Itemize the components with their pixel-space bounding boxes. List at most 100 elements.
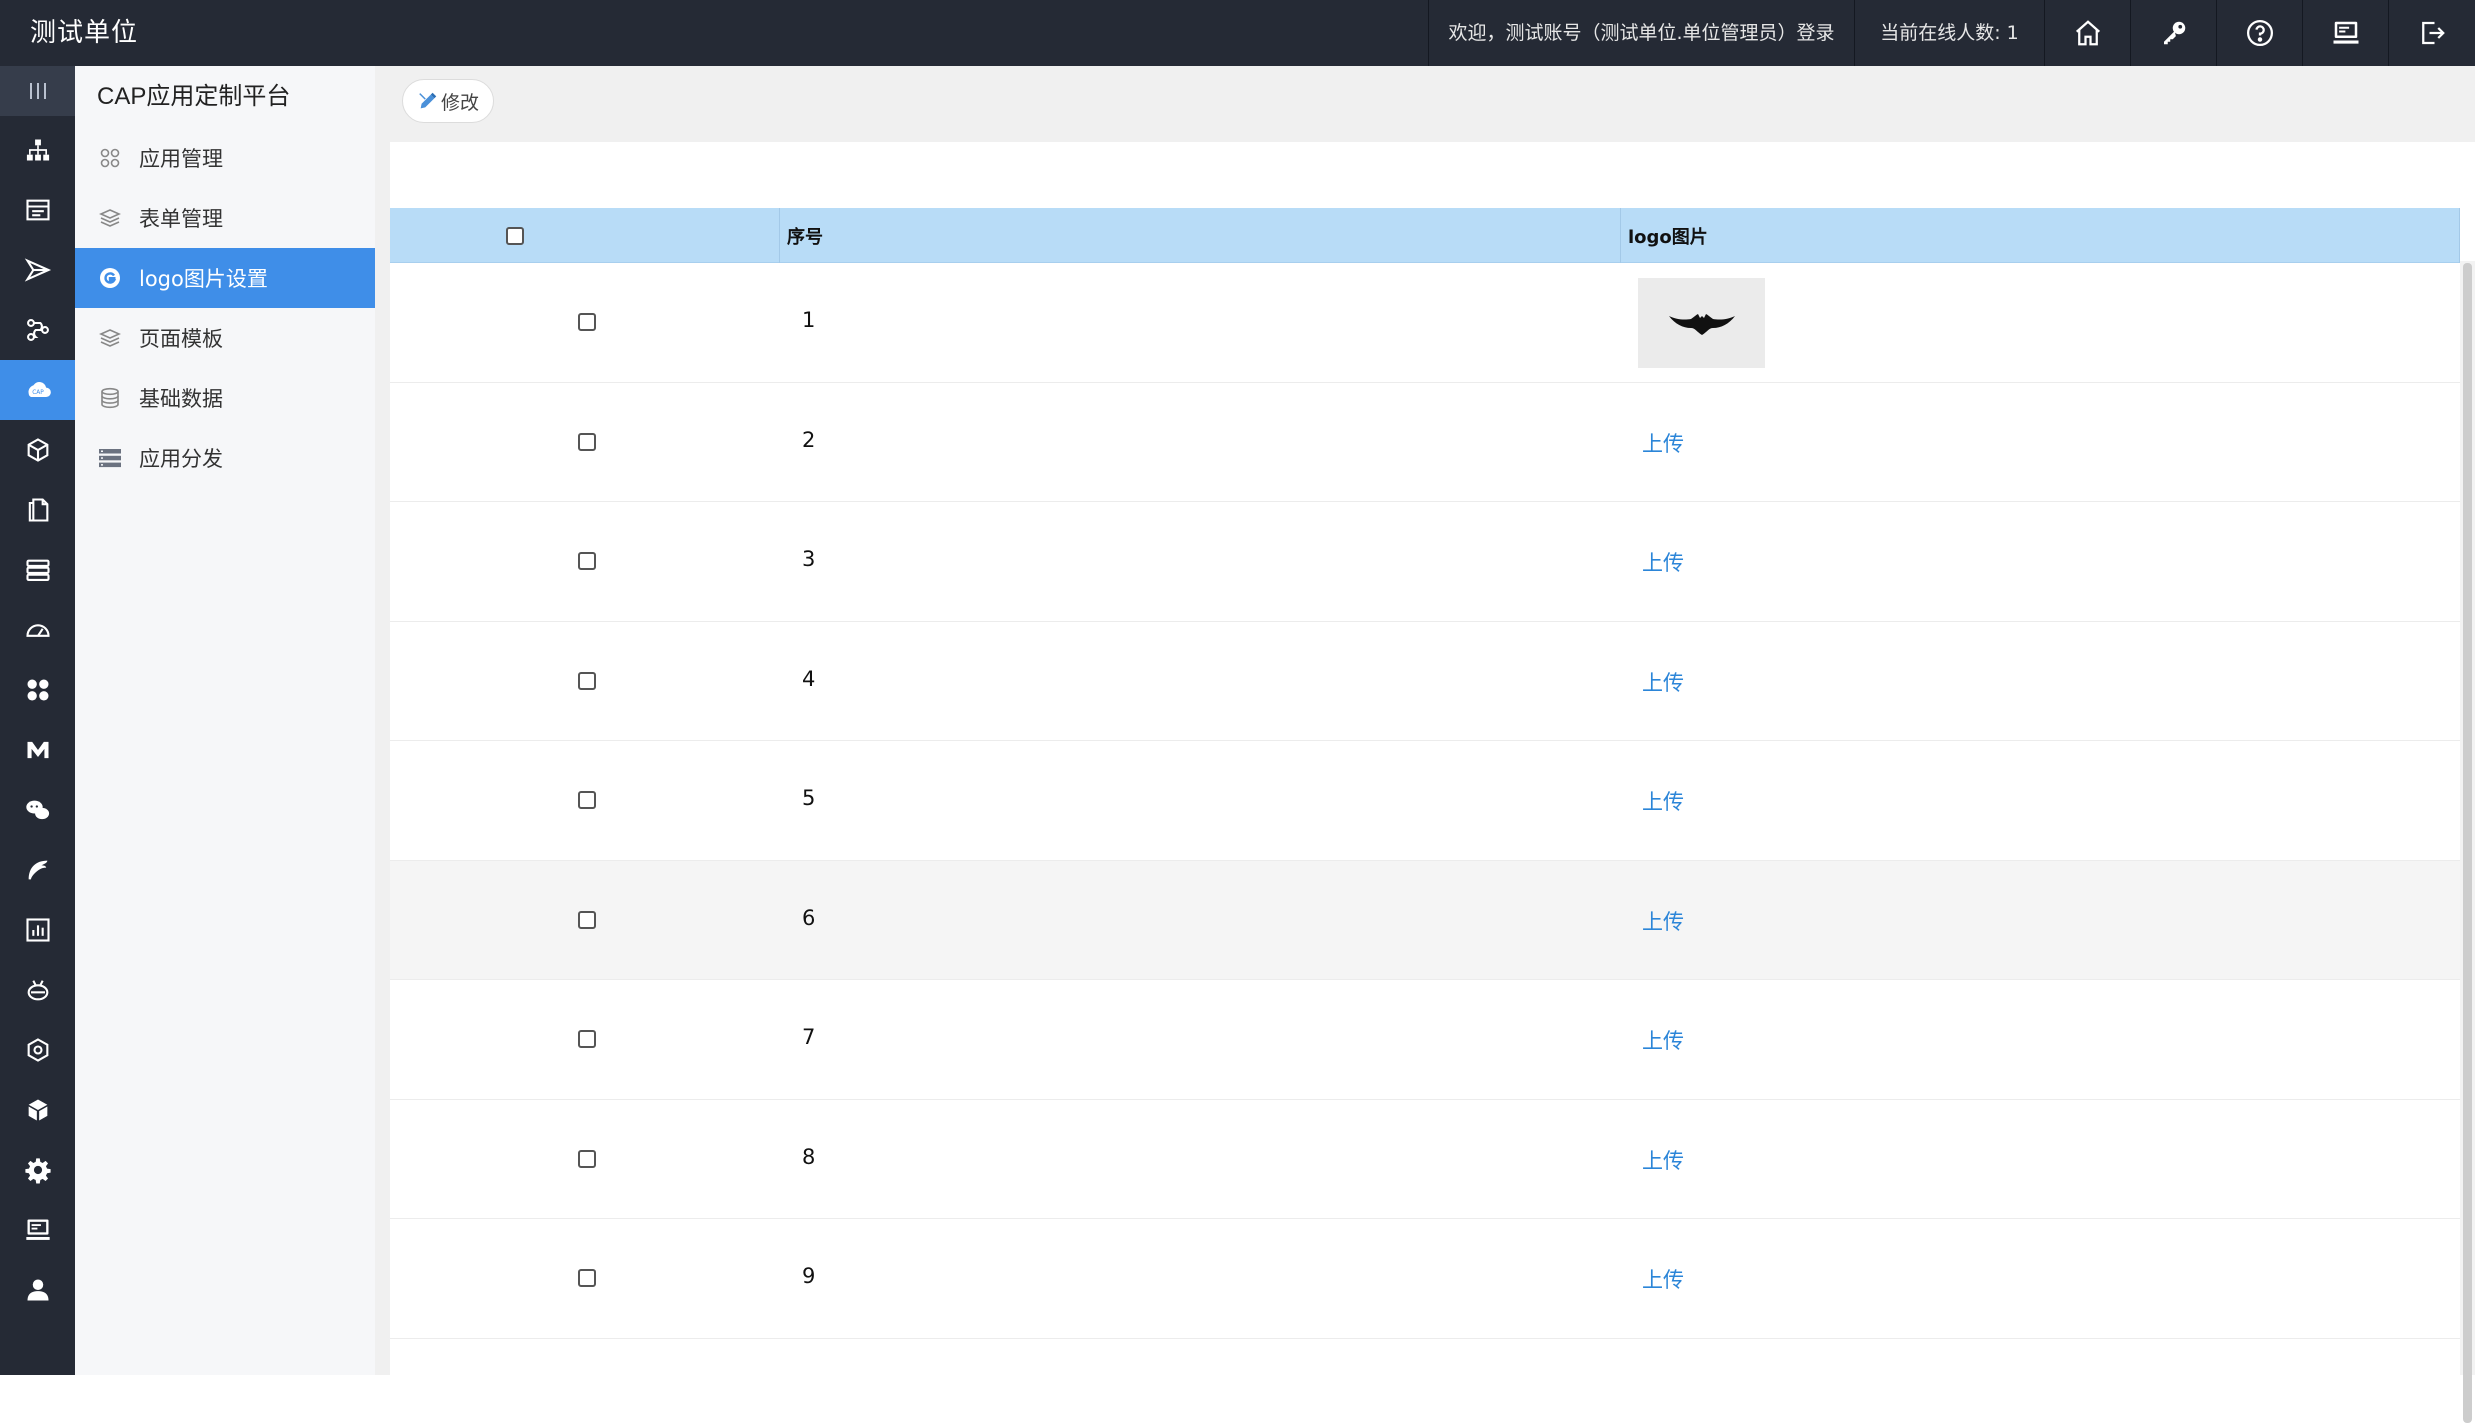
rail-item-screen[interactable]	[0, 1200, 75, 1260]
upload-link[interactable]: 上传	[1642, 1025, 1684, 1055]
wechat-icon	[25, 800, 49, 820]
rail-item-form[interactable]	[0, 180, 75, 240]
edit-icon	[419, 92, 437, 109]
header-checkbox-cell	[390, 208, 640, 263]
rail-item-hexagon[interactable]	[0, 1020, 75, 1080]
rail-item-box[interactable]	[0, 1080, 75, 1140]
app-manage-icon	[97, 145, 123, 171]
welcome-text: 欢迎，测试账号（测试单位.单位管理员）登录	[1428, 0, 1854, 66]
row-checkbox[interactable]	[578, 313, 596, 331]
logout-button[interactable]	[2388, 0, 2474, 66]
rail-item-leaf[interactable]	[0, 840, 75, 900]
help-button[interactable]	[2216, 0, 2302, 66]
distribute-icon	[97, 445, 123, 471]
row-checkbox[interactable]	[578, 910, 596, 929]
subnav-item-label: 表单管理	[139, 207, 223, 231]
subnav-item-form-manage[interactable]: 表单管理	[75, 188, 375, 248]
upload-link[interactable]: 上传	[1642, 428, 1684, 458]
logo-image[interactable]	[1638, 278, 1765, 368]
table-row: 2 上传	[390, 382, 2460, 502]
rail-item-cap[interactable]: CAP	[0, 360, 75, 420]
robot-icon	[27, 980, 48, 1001]
apps-icon	[27, 679, 48, 701]
svg-text:CAP: CAP	[32, 390, 44, 396]
user-icon	[27, 1279, 48, 1301]
table-row: 7 上传	[390, 980, 2460, 1100]
main-content: 修改 序号 logo图片 1 2 上传 3 上传 4 上传 5 上传 6 上传 …	[375, 66, 2475, 1423]
layers-icon	[97, 325, 123, 351]
header-index: 序号	[787, 226, 823, 248]
subnav-item-label: 页面模板	[139, 327, 223, 351]
row-checkbox[interactable]	[578, 1149, 596, 1168]
row-checkbox[interactable]	[578, 1030, 596, 1048]
rail-item-dashboard[interactable]	[0, 600, 75, 660]
row-index: 3	[802, 547, 816, 571]
subnav-item-app-manage[interactable]: 应用管理	[75, 128, 375, 188]
row-checkbox[interactable]	[578, 791, 596, 809]
upload-link[interactable]: 上传	[1642, 1264, 1684, 1294]
row-checkbox[interactable]	[578, 432, 596, 451]
rail-item-robot[interactable]	[0, 960, 75, 1020]
online-count: 当前在线人数: 1	[1854, 0, 2044, 66]
org-chart-icon	[26, 139, 49, 161]
screen-icon	[25, 1219, 50, 1240]
subnav-item-base-data[interactable]: 基础数据	[75, 368, 375, 428]
home-button[interactable]	[2044, 0, 2130, 66]
send-icon	[24, 258, 51, 282]
layers-icon	[97, 205, 123, 231]
subnav-item-label: logo图片设置	[139, 267, 268, 291]
scrollbar-thumb[interactable]	[2463, 263, 2472, 1423]
password-button[interactable]	[2130, 0, 2216, 66]
report-icon	[25, 918, 50, 942]
table-row: 1	[390, 263, 2460, 383]
rail-item-workflow[interactable]	[0, 300, 75, 360]
table-row: 8 上传	[390, 1099, 2460, 1219]
table-row: 9 上传	[390, 1219, 2460, 1339]
database-icon	[97, 385, 123, 411]
rail-item-user[interactable]	[0, 1260, 75, 1320]
rail-item-document[interactable]	[0, 480, 75, 540]
box-icon	[28, 1099, 47, 1121]
settings-icon	[24, 1158, 51, 1184]
row-checkbox[interactable]	[578, 552, 596, 570]
icon-rail: CAP	[0, 66, 75, 1375]
select-all-checkbox[interactable]	[506, 226, 524, 245]
rail-item-send[interactable]	[0, 240, 75, 300]
content-gutter	[375, 66, 390, 1375]
hexagon-icon	[27, 1038, 48, 1062]
rail-item-storage[interactable]	[0, 540, 75, 600]
upload-link[interactable]: 上传	[1642, 906, 1684, 936]
leaf-icon	[28, 860, 47, 880]
dashboard-icon	[25, 624, 50, 637]
rail-item-apps[interactable]	[0, 660, 75, 720]
table-row: 10 上传	[390, 1338, 2460, 1375]
rail-item-m[interactable]	[0, 720, 75, 780]
upload-link[interactable]: 上传	[1642, 547, 1684, 577]
storage-icon	[25, 559, 50, 581]
edit-button[interactable]: 修改	[402, 79, 494, 123]
monitor-button[interactable]	[2302, 0, 2388, 66]
subnav-item-distribute[interactable]: 应用分发	[75, 428, 375, 488]
menu-toggle-button[interactable]	[0, 66, 75, 116]
logo-setting-icon	[97, 265, 123, 291]
subnav-item-logo-setting[interactable]: logo图片设置	[75, 248, 375, 308]
row-index: 4	[802, 666, 816, 691]
vertical-scrollbar[interactable]	[2460, 261, 2475, 1423]
rail-item-wechat[interactable]	[0, 780, 75, 840]
subnav-item-label: 应用管理	[139, 147, 223, 171]
form-icon	[25, 199, 50, 221]
rail-item-cube[interactable]	[0, 420, 75, 480]
toolbar: 修改	[390, 66, 2475, 142]
subnav-item-page-template[interactable]: 页面模板	[75, 308, 375, 368]
upload-link[interactable]: 上传	[1642, 667, 1684, 697]
upload-link[interactable]: 上传	[1642, 786, 1684, 816]
logo-table: 序号 logo图片 1 2 上传 3 上传 4 上传 5 上传 6 上传 7 上…	[390, 142, 2460, 1375]
rail-item-settings[interactable]	[0, 1140, 75, 1200]
platform-title: CAP应用定制平台	[97, 83, 291, 110]
upload-link[interactable]: 上传	[1642, 1145, 1684, 1175]
m-icon	[27, 741, 48, 759]
rail-item-org[interactable]	[0, 120, 75, 180]
rail-item-report[interactable]	[0, 900, 75, 960]
row-checkbox[interactable]	[578, 1269, 596, 1287]
row-checkbox[interactable]	[578, 671, 596, 690]
